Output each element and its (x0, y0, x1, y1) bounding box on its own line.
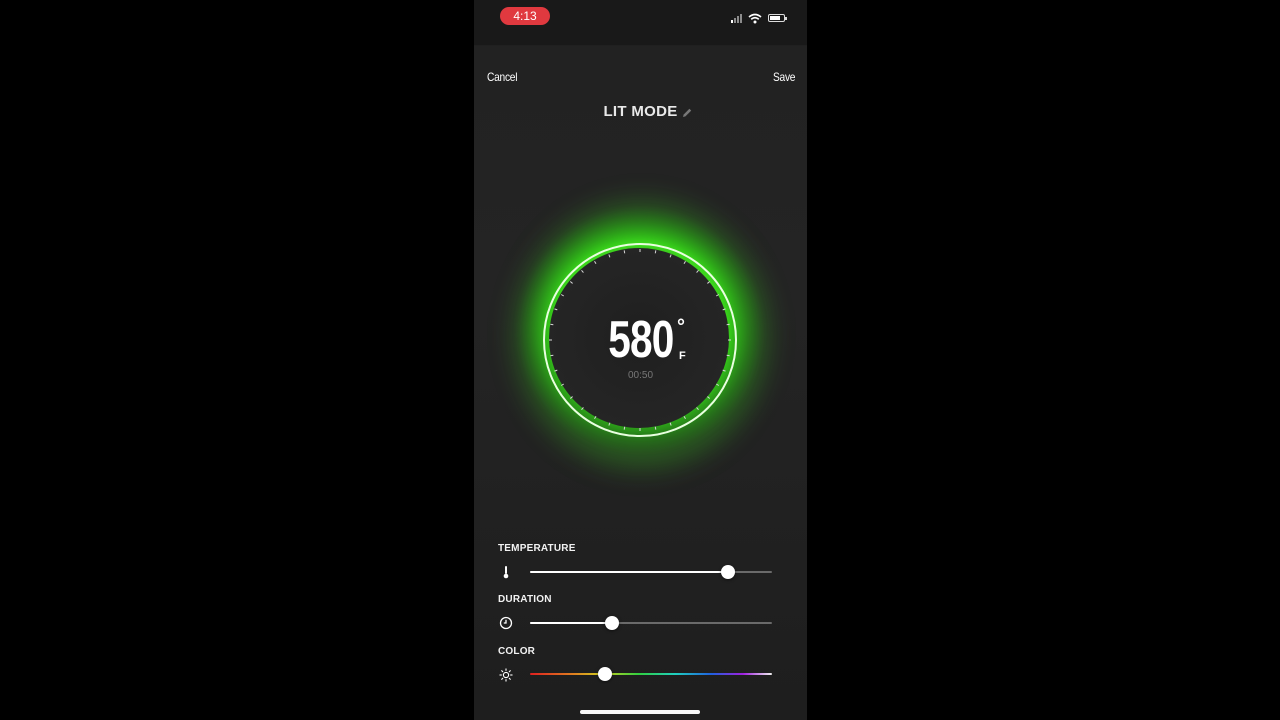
dial-tick (669, 422, 672, 426)
signal-icon (731, 13, 742, 23)
dial-tick (594, 260, 597, 265)
dial-tick (696, 407, 699, 411)
degree-symbol: ° (677, 316, 685, 338)
thermometer-icon (503, 566, 509, 579)
battery-icon (768, 14, 787, 22)
dial-tick (654, 426, 657, 430)
dial-tick (608, 422, 611, 426)
mode-title: LIT MODE (603, 103, 678, 120)
dial-tick (715, 383, 720, 386)
duration-slider[interactable] (530, 616, 772, 630)
status-time: 4:13 (500, 7, 550, 25)
home-indicator[interactable] (580, 710, 700, 714)
clock-icon (499, 616, 513, 630)
temperature-slider[interactable] (530, 565, 772, 579)
dial-tick (569, 281, 573, 284)
dial-tick (707, 281, 711, 284)
dial-tick (608, 254, 611, 258)
color-label: COLOR (498, 646, 536, 657)
save-button[interactable]: Save (773, 70, 795, 84)
dial-tick (594, 415, 597, 420)
dial-tick (554, 308, 558, 311)
dial-tick (654, 250, 657, 254)
temperature-slider-fill (530, 571, 729, 573)
dial-tick (623, 426, 626, 430)
temperature-unit: F (679, 350, 686, 362)
dial-tick (581, 407, 584, 411)
color-slider-thumb[interactable] (598, 667, 613, 681)
dial-tick (707, 396, 711, 399)
duration-label: DURATION (498, 594, 552, 605)
dial-tick (715, 294, 720, 297)
mode-title-row[interactable]: LIT MODE (474, 103, 807, 121)
sun-icon (499, 668, 513, 682)
dial-tick (683, 260, 686, 265)
dial-tick (560, 383, 565, 386)
dial-tick (683, 415, 686, 420)
cancel-button[interactable]: Cancel (487, 70, 517, 84)
dial-tick (669, 254, 672, 258)
app-screen: 4:13 Cancel Save LIT MODE 580 ° F 00:50 … (474, 0, 807, 720)
color-slider[interactable] (530, 667, 772, 681)
duration-slider-fill (530, 622, 613, 624)
dial-tick (569, 396, 573, 399)
temperature-label: TEMPERATURE (498, 543, 576, 554)
pencil-icon[interactable] (681, 107, 693, 119)
timer-readout: 00:50 (627, 370, 654, 381)
dial-tick (623, 250, 626, 254)
dial-tick (560, 294, 565, 297)
wifi-icon (748, 13, 762, 23)
dial-tick (722, 308, 726, 311)
status-icons (731, 12, 787, 24)
temperature-value: 580 (607, 311, 674, 369)
dial-tick (581, 269, 584, 273)
duration-slider-thumb[interactable] (605, 616, 620, 630)
temperature-slider-thumb[interactable] (721, 565, 736, 579)
dial-tick (696, 269, 699, 273)
status-bar: 4:13 (474, 0, 807, 45)
